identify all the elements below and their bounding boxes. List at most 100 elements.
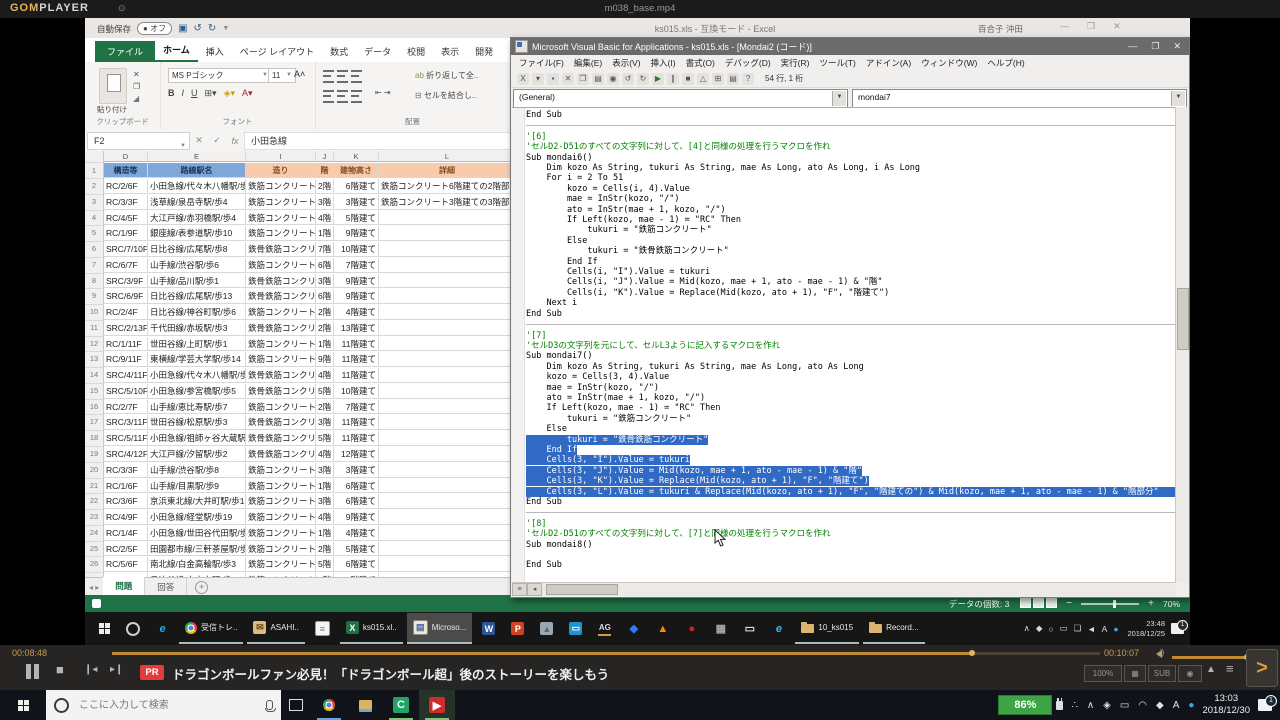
paste-icon[interactable]: ▤ xyxy=(592,73,604,85)
data-cell[interactable]: 9階 xyxy=(316,352,334,367)
data-cell[interactable]: 鉄筋コンクリート xyxy=(246,494,316,509)
data-cell[interactable]: 1階 xyxy=(316,526,334,541)
data-cell[interactable]: 鉄筋コンクリート6階建ての2階部分 xyxy=(379,179,516,194)
data-cell[interactable] xyxy=(379,242,516,257)
eject-icon[interactable]: ▲ xyxy=(1206,664,1216,675)
data-cell[interactable]: 3階 xyxy=(316,494,334,509)
data-cell[interactable]: 9階建て xyxy=(334,274,379,289)
data-cell[interactable]: 鉄骨鉄筋コンクリート xyxy=(246,368,316,383)
taskbar-item-gom-icon[interactable]: ▶ xyxy=(419,690,455,720)
data-cell[interactable]: 小田急線/代々木八幡駅/歩4 xyxy=(148,179,246,194)
data-cell[interactable]: 鉄筋コンクリート xyxy=(246,542,316,557)
close-icon[interactable]: ✕ xyxy=(1113,21,1121,32)
pr-banner-text[interactable]: ドラゴンボールファン必見！「ドラゴンボール超」後のストーリーを楽しもう xyxy=(172,664,609,683)
data-cell[interactable]: 3階建て xyxy=(334,463,379,478)
taskbar-item-ie-icon[interactable]: e xyxy=(766,614,791,643)
data-cell[interactable]: 4階 xyxy=(316,211,334,226)
action-center-icon[interactable]: 1 xyxy=(1258,699,1272,711)
data-cell[interactable]: SRC/3/9F xyxy=(104,274,148,289)
data-cell[interactable]: 鉄筋コンクリート xyxy=(246,463,316,478)
taskbar-item-red-app-icon[interactable]: ● xyxy=(679,614,704,643)
data-cell[interactable]: 7階建て xyxy=(334,258,379,273)
data-cell[interactable]: 5階 xyxy=(316,431,334,446)
data-cell[interactable]: 山手線/渋谷駅/歩8 xyxy=(148,463,246,478)
save-icon[interactable]: ▪ xyxy=(547,73,559,85)
data-cell[interactable]: 5階 xyxy=(316,384,334,399)
data-cell[interactable]: 6階 xyxy=(316,258,334,273)
taskbar-item-chrome-icon[interactable]: 受信トレ.. xyxy=(179,613,243,644)
redo-icon[interactable]: ↻ xyxy=(208,23,216,34)
fx-icon[interactable]: fx xyxy=(226,136,244,146)
view-dropdown-icon[interactable]: ▾ xyxy=(532,73,544,85)
data-cell[interactable]: 5階 xyxy=(316,557,334,572)
pause-button[interactable] xyxy=(26,664,39,679)
data-cell[interactable]: 鉄筋コンクリート xyxy=(246,179,316,194)
undo-icon[interactable]: ↺ xyxy=(622,73,634,85)
data-cell[interactable] xyxy=(379,479,516,494)
taskbar-item-capture-icon[interactable]: C xyxy=(383,690,419,720)
project-explorer-icon[interactable]: ⊞ xyxy=(712,73,724,85)
tape-icon[interactable]: ▭ xyxy=(1060,623,1068,634)
data-cell[interactable]: 大江戸線/赤羽橋駅/歩4 xyxy=(148,211,246,226)
data-cell[interactable]: 2階 xyxy=(316,542,334,557)
data-cell[interactable]: SRC/7/10F xyxy=(104,242,148,257)
data-cell[interactable] xyxy=(379,415,516,430)
object-dropdown[interactable]: (General)▼ xyxy=(513,89,848,108)
format-painter-icon[interactable]: ◢ xyxy=(133,94,139,103)
ribbon-tab-7[interactable]: 校閲 xyxy=(399,42,433,62)
excel-grid[interactable]: DEIJKL 1構造等路線駅名造り階建物高さ詳細 2RC/2/6F小田急線/代々… xyxy=(85,151,515,605)
action-center-icon[interactable]: 1 xyxy=(1171,623,1184,634)
data-cell[interactable]: SRC/5/11F xyxy=(104,431,148,446)
sheet-nav-icons[interactable]: ◂ ▸ xyxy=(89,583,99,592)
taskbar-item-ag-icon[interactable]: AG xyxy=(592,614,617,643)
data-cell[interactable]: 日比谷線/広尾駅/歩13 xyxy=(148,289,246,304)
data-cell[interactable]: 日比谷線/神谷町駅/歩6 xyxy=(148,305,246,320)
data-cell[interactable] xyxy=(379,463,516,478)
data-cell[interactable]: 4階 xyxy=(316,447,334,462)
vba-titlebar[interactable]: Microsoft Visual Basic for Applications … xyxy=(511,38,1189,55)
data-cell[interactable]: RC/1/9F xyxy=(104,226,148,241)
column-header-J[interactable]: J xyxy=(316,151,334,162)
data-cell[interactable]: 鉄骨鉄筋コンクリート xyxy=(246,384,316,399)
data-cell[interactable]: 11階建て xyxy=(334,337,379,352)
sheet-tab-kaitou[interactable]: 回答 xyxy=(145,578,187,596)
data-cell[interactable] xyxy=(379,494,516,509)
align-left-icon[interactable] xyxy=(323,90,365,108)
vba-menu-item-5[interactable]: 書式(O) xyxy=(686,57,715,69)
clock[interactable]: 13:032018/12/30 xyxy=(1202,693,1250,718)
data-cell[interactable]: 6階建て xyxy=(334,557,379,572)
vba-menu-item-8[interactable]: ツール(T) xyxy=(819,57,855,69)
taskbar-item-word-icon[interactable]: W xyxy=(476,614,501,643)
data-cell[interactable] xyxy=(379,258,516,273)
chevron-up-icon[interactable]: ∧ xyxy=(1087,700,1094,711)
data-cell[interactable]: 11階建て xyxy=(334,368,379,383)
data-cell[interactable]: 12階建て xyxy=(334,447,379,462)
code-editor-pane[interactable]: End Sub'[6]'セルD2-D51のすべての文字列に対して、[4]と同様の… xyxy=(512,107,1176,583)
minimize-icon[interactable]: — xyxy=(1060,21,1069,32)
data-cell[interactable]: RC/6/7F xyxy=(104,258,148,273)
data-cell[interactable]: 2階 xyxy=(316,321,334,336)
camera-icon[interactable]: ▭ xyxy=(1120,700,1129,711)
subtitle-button[interactable]: SUB xyxy=(1148,665,1176,682)
data-cell[interactable]: RC/4/9F xyxy=(104,510,148,525)
data-cell[interactable]: 7階 xyxy=(316,242,334,257)
data-cell[interactable] xyxy=(379,384,516,399)
data-cell[interactable]: 3階建て xyxy=(334,195,379,210)
ribbon-tab-1[interactable]: ファイル xyxy=(95,41,155,62)
cortana-ball-icon[interactable]: ● xyxy=(1113,624,1118,634)
data-cell[interactable]: RC/1/6F xyxy=(104,479,148,494)
data-cell[interactable] xyxy=(379,337,516,352)
column-header-K[interactable]: K xyxy=(334,151,379,162)
taskbar-item-dropbox-icon[interactable]: ◆ xyxy=(621,614,646,643)
data-cell[interactable]: 11階建て xyxy=(334,415,379,430)
taskbar-item-vba-icon[interactable]: ▤Microso... xyxy=(407,613,473,644)
data-cell[interactable]: 小田急線/経堂駅/歩19 xyxy=(148,510,246,525)
data-cell[interactable]: 千代田線/赤坂駅/歩3 xyxy=(148,321,246,336)
taskbar-item-excel-icon[interactable]: Xks015.xl.. xyxy=(340,613,403,644)
data-cell[interactable]: RC/2/5F xyxy=(104,542,148,557)
data-cell[interactable]: 10階建て xyxy=(334,242,379,257)
data-cell[interactable]: 6階 xyxy=(316,289,334,304)
data-cell[interactable]: 京浜東北線/大井町駅/歩16 xyxy=(148,494,246,509)
ribbon-tab-4[interactable]: ページ レイアウト xyxy=(232,42,322,62)
data-cell[interactable]: 鉄筋コンクリート3階建ての3階部分 xyxy=(379,195,516,210)
